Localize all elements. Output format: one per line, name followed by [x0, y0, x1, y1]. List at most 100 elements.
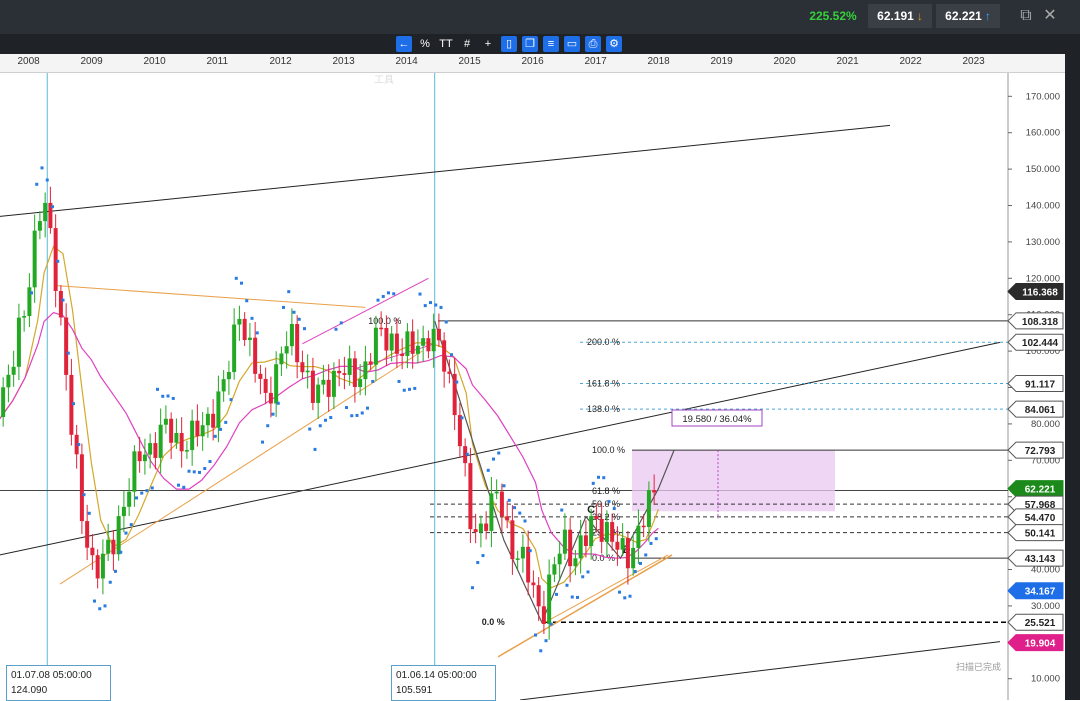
- sar-dot: [381, 295, 385, 299]
- sar-dot: [392, 292, 396, 296]
- channel-lower-line: [519, 641, 1001, 700]
- grid-icon[interactable]: #: [459, 36, 475, 52]
- sar-dot: [93, 599, 96, 603]
- sar-dot: [570, 595, 574, 599]
- sar-dot: [560, 508, 564, 512]
- price-tag-label: 116.368: [1022, 288, 1058, 299]
- x-tick-label: 2020: [773, 56, 796, 67]
- candle-body: [295, 324, 300, 363]
- price-tag-label: 34.167: [1025, 587, 1056, 598]
- candle-body: [342, 373, 347, 375]
- sar-dot: [528, 549, 532, 553]
- candle-body: [106, 539, 111, 554]
- candle-body: [153, 443, 158, 458]
- crosshair-value-2: 105.591: [396, 685, 433, 696]
- price-tag-label: 50.141: [1025, 529, 1056, 540]
- price-chart[interactable]: 10.00020.00030.00040.00050.00060.00070.0…: [0, 0, 1080, 700]
- candle-body: [90, 547, 95, 556]
- sar-dot: [534, 633, 537, 637]
- price-tag-label: 25.521: [1025, 618, 1056, 629]
- candle-body: [505, 516, 510, 521]
- sar-dot: [408, 387, 411, 391]
- crosshair-date-1: 01.07.08 05:00:00: [11, 670, 92, 681]
- candle-body: [400, 353, 405, 356]
- sar-dot: [544, 639, 548, 643]
- candle-body: [468, 463, 473, 530]
- sar-dot: [213, 434, 217, 438]
- sar-dot: [471, 586, 474, 590]
- candle-body: [599, 518, 604, 542]
- fib-ext-label: 100.0 %: [592, 445, 625, 455]
- sar-dot: [177, 483, 180, 487]
- candle-body: [610, 522, 615, 542]
- settings-icon[interactable]: ⚙: [606, 36, 622, 52]
- x-tick-label: 2015: [458, 56, 481, 67]
- print-icon[interactable]: ⎙: [585, 36, 601, 52]
- scan-status: 扫描已完成: [956, 662, 1002, 672]
- candle-body: [53, 228, 58, 291]
- close-icon[interactable]: ✕: [1040, 6, 1060, 26]
- up-arrow-icon: ↑: [984, 9, 991, 23]
- candle-body: [536, 585, 541, 607]
- price-tag-label: 108.318: [1022, 317, 1059, 328]
- candle-body: [22, 316, 27, 318]
- candle-body: [337, 370, 342, 374]
- fib-target-zone: [632, 450, 835, 512]
- wedge-upper-line: [302, 277, 429, 345]
- sar-dot: [639, 561, 642, 565]
- sar-dot: [654, 537, 658, 541]
- sar-dot: [203, 466, 207, 470]
- sar-dot: [145, 489, 149, 493]
- align-icon[interactable]: ≡: [543, 36, 559, 52]
- candle-body: [347, 358, 352, 375]
- shape-icon[interactable]: ▭: [564, 36, 580, 52]
- crosshair-icon[interactable]: +: [480, 36, 496, 52]
- sar-dot: [497, 451, 501, 455]
- right-scroll-strip: [1065, 54, 1080, 700]
- sar-dot: [171, 396, 175, 400]
- sar-dot: [476, 561, 480, 565]
- candle-body: [473, 529, 478, 533]
- sar-dot: [129, 523, 133, 527]
- sar-dot: [450, 353, 453, 357]
- layers-icon[interactable]: ❐: [522, 36, 538, 52]
- percent-icon[interactable]: %: [417, 36, 433, 52]
- sar-dot: [565, 583, 569, 587]
- restore-icon[interactable]: ⧉: [1016, 6, 1036, 26]
- candle-body: [547, 574, 552, 624]
- sar-dot: [87, 511, 91, 515]
- candle-body: [358, 379, 363, 387]
- price-tag-label: 84.061: [1025, 405, 1056, 416]
- candle-body: [85, 521, 90, 548]
- bid-price-badge[interactable]: 62.191 ↓: [868, 4, 932, 28]
- sar-dot: [51, 205, 54, 209]
- back-icon[interactable]: ←: [396, 36, 412, 52]
- candle-body: [615, 541, 620, 550]
- candle-body: [158, 424, 163, 458]
- sar-dot: [597, 475, 600, 479]
- x-tick-label: 2008: [17, 56, 40, 67]
- price-tag-label: 43.143: [1025, 554, 1056, 565]
- text-icon[interactable]: TT: [438, 36, 454, 52]
- x-tick-label: 2012: [269, 56, 292, 67]
- ask-price-badge[interactable]: 62.221 ↑: [936, 4, 1000, 28]
- candle-body: [578, 535, 583, 559]
- price-tag-62.221: 62.221: [1007, 480, 1064, 498]
- sar-dot: [460, 416, 464, 420]
- sar-dot: [607, 500, 611, 504]
- sar-dot: [119, 550, 123, 554]
- sar-dot: [502, 484, 506, 488]
- sar-dot: [439, 305, 443, 309]
- sar-dot: [108, 580, 112, 584]
- ask-price: 62.221: [945, 9, 982, 23]
- candle-body: [394, 333, 399, 354]
- sar-dot: [40, 166, 44, 170]
- candle-body: [127, 491, 132, 507]
- x-tick-label: 2022: [899, 56, 922, 67]
- candle-icon[interactable]: ▯: [501, 36, 517, 52]
- sar-dot: [61, 298, 65, 302]
- sar-dot: [486, 468, 490, 472]
- candle-body: [326, 379, 331, 397]
- candle-body: [216, 391, 221, 428]
- candle-body: [594, 516, 599, 519]
